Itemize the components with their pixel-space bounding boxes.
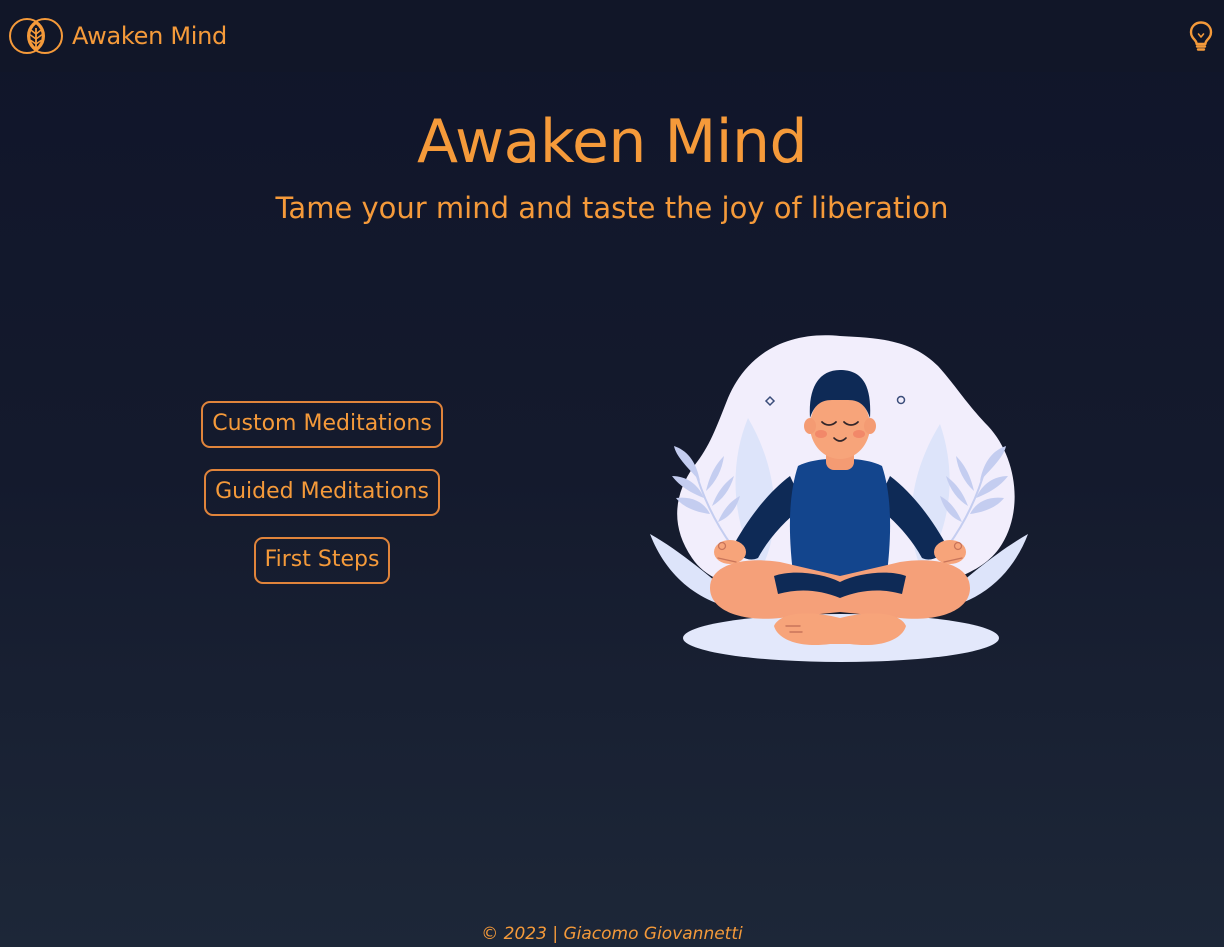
brand-home-link[interactable]: Awaken Mind (8, 17, 227, 55)
theme-toggle-button[interactable] (1184, 19, 1218, 53)
brand-name: Awaken Mind (72, 22, 227, 50)
meditation-menu: Custom Meditations Guided Meditations Fi… (0, 401, 644, 584)
guided-meditations-button[interactable]: Guided Meditations (204, 469, 440, 516)
footer-copyright: © 2023 | Giacomo Giovannetti (481, 924, 743, 944)
lightbulb-icon (1189, 21, 1213, 51)
meditating-person-illustration (650, 335, 1028, 662)
page-title: Awaken Mind (416, 107, 808, 177)
custom-meditations-button[interactable]: Custom Meditations (201, 401, 443, 448)
page-subtitle: Tame your mind and taste the joy of libe… (275, 191, 949, 225)
hero-section: Awaken Mind Tame your mind and taste the… (0, 104, 1224, 228)
navbar: Awaken Mind (0, 0, 1224, 72)
first-steps-button[interactable]: First Steps (253, 537, 391, 584)
leaf-logo-icon (9, 18, 63, 54)
